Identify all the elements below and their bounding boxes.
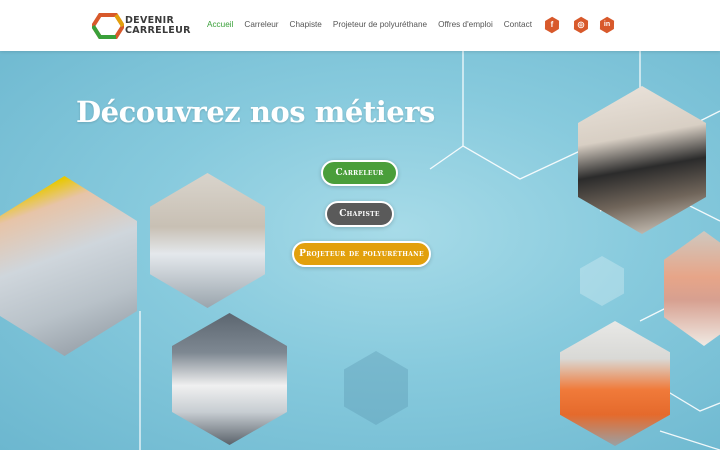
carreleur-button[interactable]: Carreleur (321, 160, 398, 186)
main-nav: Accueil Carreleur Chapiste Projeteur de … (207, 20, 543, 29)
nav-item-offres-emploi[interactable]: Offres d'emploi (438, 20, 493, 29)
nav-item-accueil[interactable]: Accueil (207, 20, 233, 29)
facebook-icon: f (550, 20, 554, 29)
hero-section: Découvrez nos métiers Carreleur Chapiste… (0, 51, 720, 450)
hero-title: Découvrez nos métiers (76, 95, 435, 129)
site-header: DEVENIR CARRELEUR Accueil Carreleur Chap… (0, 0, 720, 51)
chapiste-button[interactable]: Chapiste (325, 201, 394, 227)
brand-name: DEVENIR CARRELEUR (125, 16, 191, 36)
linkedin-icon: in (603, 21, 611, 28)
nav-item-carreleur[interactable]: Carreleur (244, 20, 278, 29)
instagram-icon: ◎ (577, 20, 585, 29)
nav-item-projeteur[interactable]: Projeteur de polyuréthane (333, 20, 427, 29)
logo-hexagon-icon (92, 13, 124, 39)
brand-logo[interactable]: DEVENIR CARRELEUR (92, 13, 192, 39)
nav-item-contact[interactable]: Contact (504, 20, 532, 29)
brand-line-2: CARRELEUR (125, 25, 191, 36)
nav-item-chapiste[interactable]: Chapiste (290, 20, 322, 29)
projeteur-button[interactable]: Projeteur de polyuréthane (292, 241, 431, 267)
